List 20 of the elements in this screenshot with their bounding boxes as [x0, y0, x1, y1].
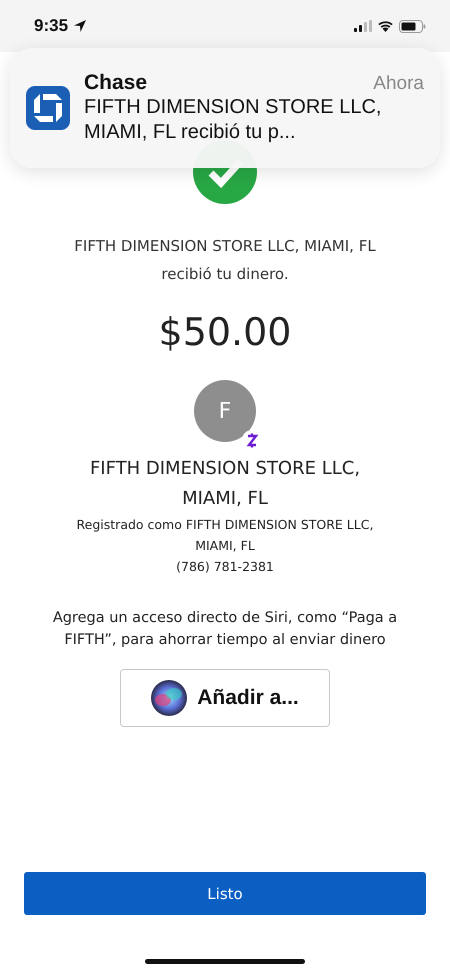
location-arrow-icon — [73, 19, 88, 33]
recipient-phone: (786) 781-2381 — [175, 558, 275, 576]
notification-app-name: Chase — [84, 71, 148, 95]
notification-banner[interactable]: Chase Ahora FIFTH DIMENSION STORE LLC, MIAMI, FL recibió tu p... — [10, 48, 440, 168]
add-to-siri-button[interactable]: Añadir a... — [120, 669, 330, 727]
recipient-avatar: F — [194, 380, 256, 442]
app-logo-icon — [26, 86, 70, 130]
status-time: 9:35 — [34, 16, 68, 36]
signal-icon — [354, 20, 372, 32]
siri-prompt: Agrega un acceso directo de Siri, como “Paga a FIFTH”, para ahorrar tiempo al enviar dinero — [52, 609, 398, 650]
siri-icon — [151, 680, 188, 716]
done-button[interactable]: Listo — [24, 872, 426, 915]
registered-name: Registrado como FIFTH DIMENSION STORE LLC, MIAMI, FL — [76, 516, 374, 555]
notification-message: FIFTH DIMENSION STORE LLC, MIAMI, FL recibió tu p... — [84, 95, 382, 145]
wifi-icon — [377, 20, 394, 32]
notification-time: Ahora — [373, 73, 424, 95]
battery-icon — [399, 20, 426, 32]
payment-amount: $50.00 — [158, 310, 292, 354]
recipient-name: FIFTH DIMENSION STORE LLC, MIAMI, FL — [88, 457, 362, 511]
confirmation-message: FIFTH DIMENSION STORE LLC, MIAMI, FL recibió tu dinero. — [73, 236, 377, 285]
